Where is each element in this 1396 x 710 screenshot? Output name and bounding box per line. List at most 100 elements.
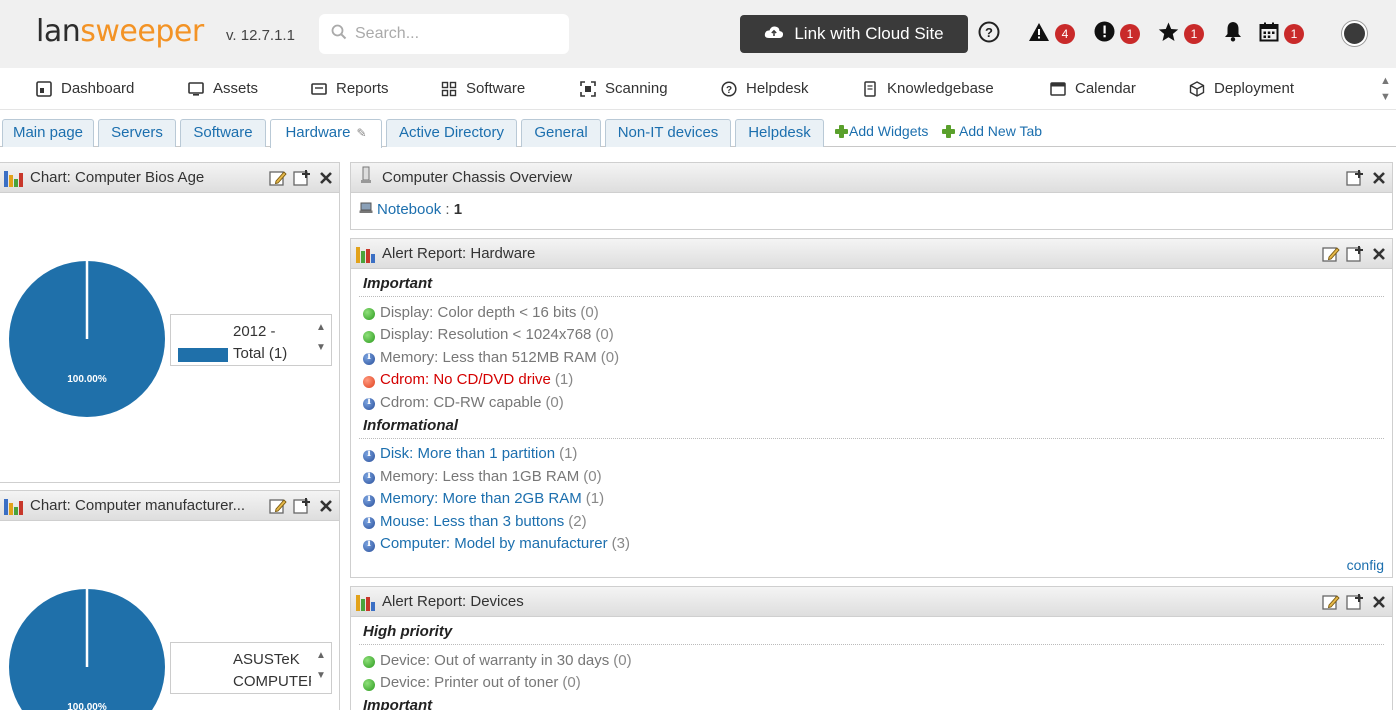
chassis-icon: [356, 166, 376, 189]
scroll-down-icon[interactable]: ▼: [1380, 90, 1394, 104]
nav-label: Helpdesk: [746, 80, 809, 97]
tab-helpdesk[interactable]: Helpdesk: [735, 119, 824, 147]
calendar-notifications-button[interactable]: 1: [1259, 22, 1304, 46]
widget-header[interactable]: Alert Report: Devices: [351, 587, 1392, 617]
alert-link[interactable]: Disk: More than 1 partition: [380, 445, 555, 462]
favorites-button[interactable]: 1: [1158, 22, 1204, 46]
calendar-badge: 1: [1284, 24, 1304, 44]
lansweeper-page: lansweeper v. 12.7.1.1 Link with Cloud S…: [0, 0, 1396, 710]
alert-item[interactable]: Display: Resolution < 1024x768 (0): [359, 324, 1384, 347]
move-icon[interactable]: [1346, 245, 1364, 263]
widget-header[interactable]: Chart: Computer manufacturer...: [0, 491, 339, 521]
cube-icon: [1189, 80, 1205, 97]
legend-scroll[interactable]: ▲ ▼: [315, 649, 327, 683]
legend-down-icon[interactable]: ▼: [315, 341, 327, 355]
add-new-tab-link[interactable]: Add New Tab: [942, 123, 1042, 139]
alert-item[interactable]: Mouse: Less than 3 buttons(2): [359, 510, 1384, 533]
chassis-notebook-link[interactable]: Notebook: [377, 201, 441, 218]
pie-chart-bios[interactable]: 100.00%: [0, 203, 169, 433]
pencil-icon[interactable]: ✎: [356, 126, 366, 140]
tab-servers[interactable]: Servers: [98, 119, 176, 147]
alert-count: (1): [585, 490, 605, 508]
close-icon[interactable]: [317, 497, 335, 515]
alert-item[interactable]: Memory: More than 2GB RAM(1): [359, 488, 1384, 511]
green-status-icon: [363, 656, 375, 669]
nav-software[interactable]: Software: [441, 80, 525, 97]
alerts-badge: 1: [1120, 24, 1140, 44]
alert-item[interactable]: Display: Color depth < 16 bits (0): [359, 301, 1384, 324]
widget-manufacturer-chart: Chart: Computer manufacturer... 100.00% …: [0, 490, 340, 710]
widget-controls: [269, 169, 335, 187]
nav-reports[interactable]: Reports: [311, 80, 389, 97]
search-box[interactable]: [319, 14, 569, 54]
add-widgets-link[interactable]: Add Widgets: [835, 123, 928, 139]
widget-alert-hardware: Alert Report: Hardware Important Display…: [350, 238, 1393, 578]
nav-scroll-arrows[interactable]: ▲ ▼: [1380, 74, 1394, 104]
logo-text-sweeper: sweeper: [80, 14, 204, 49]
edit-icon[interactable]: [1322, 593, 1340, 611]
notifications-button[interactable]: [1223, 22, 1243, 46]
alert-item[interactable]: Cdrom: CD-RW capable(0): [359, 391, 1384, 414]
alert-link[interactable]: Computer: Model by manufacturer: [380, 535, 608, 552]
nav-knowledgebase[interactable]: Knowledgebase: [862, 80, 994, 97]
user-avatar[interactable]: [1342, 21, 1367, 46]
alert-count: (0): [562, 674, 581, 692]
scan-icon: [580, 80, 596, 97]
widget-header[interactable]: Computer Chassis Overview: [351, 163, 1392, 193]
move-icon[interactable]: [293, 497, 311, 515]
legend-up-icon[interactable]: ▲: [315, 649, 327, 663]
legend-up-icon[interactable]: ▲: [315, 321, 327, 335]
widget-title: Chart: Computer Bios Age: [30, 169, 205, 186]
close-icon[interactable]: [317, 169, 335, 187]
alert-item[interactable]: Device: Printer out of toner (0): [359, 672, 1384, 695]
lansweeper-logo[interactable]: lansweeper: [36, 14, 204, 49]
alerts-button[interactable]: 1: [1094, 21, 1140, 47]
tab-hardware[interactable]: Hardware ✎: [270, 119, 382, 148]
alert-item[interactable]: Cdrom: No CD/DVD drive (1): [359, 369, 1384, 392]
move-icon[interactable]: [1346, 593, 1364, 611]
alert-item[interactable]: Disk: More than 1 partition(1): [359, 443, 1384, 466]
alert-link[interactable]: Memory: More than 2GB RAM: [380, 490, 582, 507]
alert-link[interactable]: Mouse: Less than 3 buttons: [380, 513, 564, 530]
close-icon[interactable]: [1370, 169, 1388, 187]
tab-general[interactable]: General: [521, 119, 601, 147]
move-icon[interactable]: [1346, 169, 1364, 187]
nav-scanning[interactable]: Scanning: [580, 80, 668, 97]
alert-item[interactable]: Device: Out of warranty in 30 days (0): [359, 649, 1384, 672]
tab-software[interactable]: Software: [180, 119, 266, 147]
widget-header[interactable]: Chart: Computer Bios Age: [0, 163, 339, 193]
edit-icon[interactable]: [269, 497, 287, 515]
legend-down-icon[interactable]: ▼: [315, 669, 327, 683]
legend-scroll[interactable]: ▲ ▼: [315, 321, 327, 355]
close-icon[interactable]: [1370, 593, 1388, 611]
search-input[interactable]: [355, 25, 555, 43]
alert-count: (1): [559, 445, 578, 463]
widget-header[interactable]: Alert Report: Hardware: [351, 239, 1392, 269]
nav-assets[interactable]: Assets: [188, 80, 258, 97]
scroll-up-icon[interactable]: ▲: [1380, 74, 1394, 88]
warnings-button[interactable]: 4: [1028, 22, 1075, 46]
alert-text: Cdrom: CD-RW capable: [380, 393, 542, 411]
tab-active-directory[interactable]: Active Directory: [386, 119, 517, 147]
chassis-count: 1: [453, 201, 463, 218]
nav-dashboard[interactable]: Dashboard: [36, 80, 134, 97]
nav-calendar[interactable]: Calendar: [1050, 80, 1136, 97]
exclamation-circle-icon: [1094, 21, 1115, 47]
alert-item[interactable]: Memory: Less than 512MB RAM(0): [359, 346, 1384, 369]
tab-non-it-devices[interactable]: Non-IT devices: [605, 119, 731, 147]
link-cloud-site-button[interactable]: Link with Cloud Site: [740, 15, 968, 53]
help-button[interactable]: ?: [978, 21, 1000, 46]
pie-chart-manufacturer[interactable]: 100.00%: [0, 531, 169, 710]
config-link[interactable]: config: [1347, 557, 1384, 573]
edit-icon[interactable]: [269, 169, 287, 187]
alert-item[interactable]: Memory: Less than 1GB RAM(0): [359, 465, 1384, 488]
nav-deployment[interactable]: Deployment: [1189, 80, 1294, 97]
move-icon[interactable]: [293, 169, 311, 187]
nav-helpdesk[interactable]: ? Helpdesk: [721, 80, 809, 97]
section-heading: Informational: [359, 415, 1384, 439]
tab-main-page[interactable]: Main page: [2, 119, 94, 147]
alert-item[interactable]: Computer: Model by manufacturer(3): [359, 533, 1384, 556]
close-icon[interactable]: [1370, 245, 1388, 263]
alert-link[interactable]: Cdrom: No CD/DVD drive: [380, 371, 551, 388]
edit-icon[interactable]: [1322, 245, 1340, 263]
